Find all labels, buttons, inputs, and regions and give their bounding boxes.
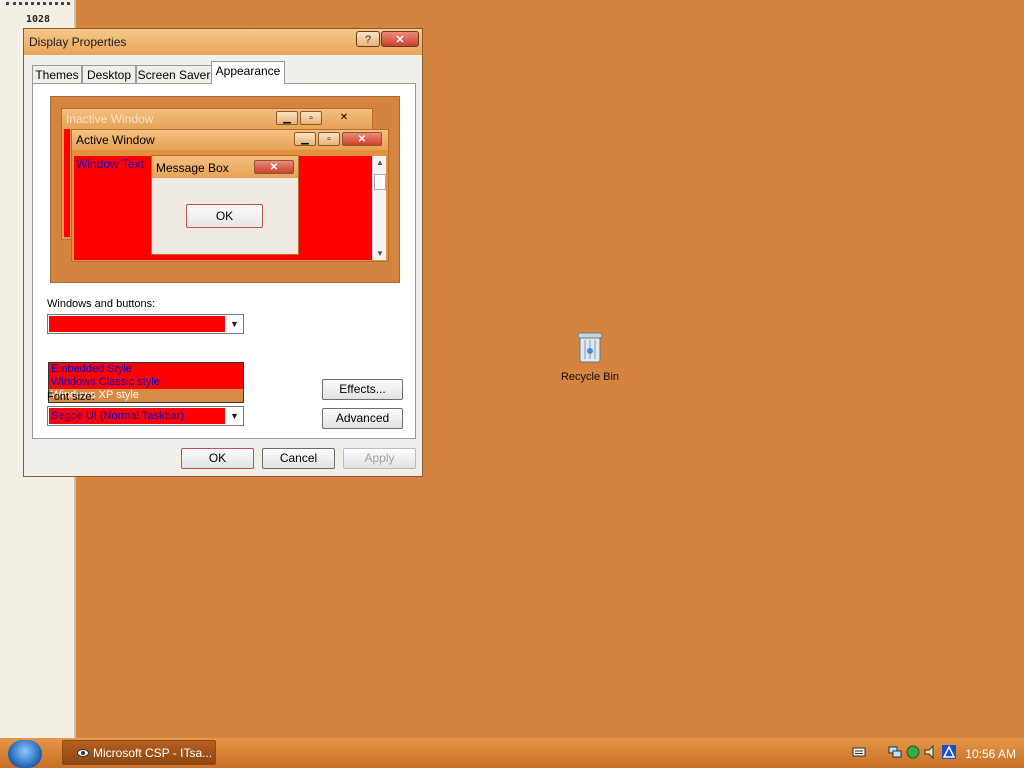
panel-number: 1028 (26, 14, 51, 25)
scroll-thumb (374, 174, 386, 190)
close-icon: ✕ (342, 132, 382, 146)
help-button[interactable]: ? (356, 31, 380, 47)
volume-icon[interactable] (924, 745, 938, 759)
preview-message-box-title: Message Box (156, 161, 229, 175)
preview-active-title: Active Window (76, 133, 155, 147)
eye-icon (77, 749, 89, 757)
appearance-preview: Inactive Window ▁ ▫ ✕ Active Window ▁ ▫ … (50, 96, 400, 283)
minimize-icon: ▁ (276, 111, 298, 125)
recycle-bin-label: Recycle Bin (560, 371, 620, 383)
clock[interactable]: 10:56 AM (965, 747, 1016, 761)
minimize-icon: ▁ (294, 132, 316, 146)
globe-icon[interactable] (906, 745, 920, 759)
accessibility-icon[interactable] (942, 745, 956, 759)
maximize-icon: ▫ (300, 111, 322, 125)
advanced-button[interactable]: Advanced (322, 408, 403, 429)
preview-window-text: Window Text (76, 157, 144, 171)
dotted-rule (6, 2, 70, 9)
tab-appearance[interactable]: Appearance (211, 61, 285, 84)
preview-message-box: Message Box ✕ OK (151, 155, 299, 255)
windows-buttons-value (49, 316, 225, 332)
windows-buttons-select[interactable]: ▼ (47, 314, 244, 334)
close-button[interactable]: ✕ (381, 31, 419, 47)
option-embedded-style[interactable]: Embedded Style (49, 363, 243, 376)
display-properties-dialog: Display Properties ? ✕ Themes Desktop Sc… (23, 28, 423, 477)
keyboard-icon[interactable] (852, 745, 866, 759)
close-icon: ✕ (254, 160, 294, 174)
dialog-title: Display Properties (29, 35, 127, 49)
font-size-select[interactable]: Segoe UI (Normal Taskbar) ▼ (47, 406, 244, 426)
effects-button[interactable]: Effects... (322, 379, 403, 400)
cancel-button[interactable]: Cancel (262, 448, 335, 469)
preview-inactive-body (64, 129, 70, 237)
preview-ok-button: OK (186, 204, 263, 228)
tab-screen-saver[interactable]: Screen Saver (136, 65, 212, 83)
close-icon: ✕ (395, 34, 405, 46)
dialog-titlebar[interactable]: Display Properties ? ✕ (24, 29, 422, 55)
system-tray: 10:56 AM (846, 743, 1022, 765)
taskbar-item[interactable]: Microsoft CSP - ITsa... (62, 740, 216, 765)
network-icon[interactable] (888, 745, 902, 759)
tab-themes[interactable]: Themes (32, 65, 82, 83)
taskbar: Microsoft CSP - ITsa... 10:56 AM (0, 738, 1024, 768)
scroll-down-icon: ▼ (376, 249, 384, 258)
apply-button[interactable]: Apply (343, 448, 416, 469)
tab-desktop[interactable]: Desktop (82, 65, 136, 83)
font-size-label: Font size: (47, 391, 95, 403)
chevron-down-icon[interactable]: ▼ (226, 407, 243, 425)
appearance-panel: Inactive Window ▁ ▫ ✕ Active Window ▁ ▫ … (32, 83, 416, 439)
scroll-up-icon: ▲ (376, 158, 384, 167)
ok-button[interactable]: OK (181, 448, 254, 469)
font-size-value: Segoe UI (Normal Taskbar) (49, 408, 225, 424)
recycle-bin-icon-item[interactable]: Recycle Bin (554, 330, 626, 383)
recycle-bin-icon (577, 332, 603, 363)
close-icon: ✕ (339, 112, 349, 123)
maximize-icon: ▫ (318, 132, 340, 146)
chevron-down-icon[interactable]: ▼ (226, 315, 243, 333)
start-button[interactable] (8, 740, 42, 768)
taskbar-item-label: Microsoft CSP - ITsa... (93, 746, 213, 760)
windows-buttons-label: Windows and buttons: (47, 298, 156, 310)
preview-inactive-title: Inactive Window (66, 112, 154, 126)
option-windows-classic-style[interactable]: Windows Classic style (49, 376, 243, 389)
preview-scrollbar: ▲ ▼ (372, 156, 386, 260)
